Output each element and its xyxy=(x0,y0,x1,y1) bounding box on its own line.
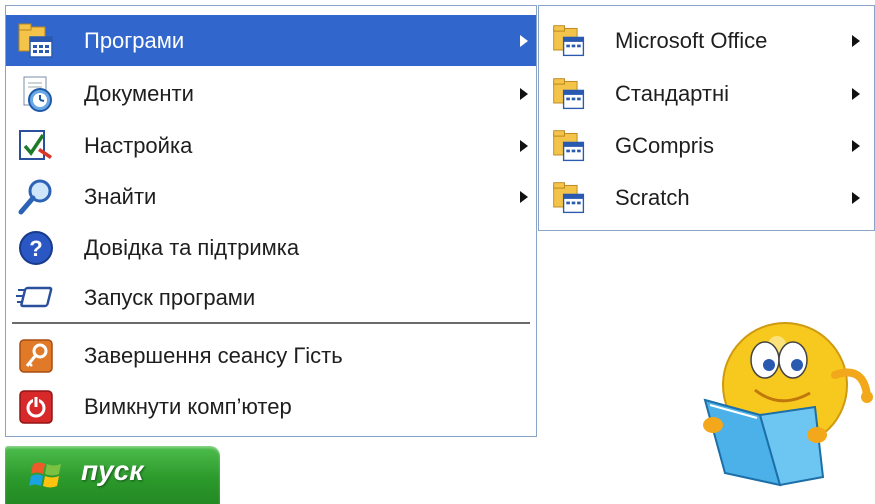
submenu-arrow-icon xyxy=(852,192,860,204)
menu-item-label: Знайти xyxy=(84,183,157,209)
submenu-arrow-icon xyxy=(520,34,528,47)
submenu-item-label: GCompris xyxy=(615,133,715,158)
submenu-arrow-icon xyxy=(852,35,860,47)
submenu-arrow-icon xyxy=(852,140,860,152)
menu-item-logoff[interactable]: Завершення сеансу Гість xyxy=(6,330,536,381)
start-button-label: пуск xyxy=(81,455,144,486)
menu-item-programs[interactable]: Програми xyxy=(6,15,536,66)
run-icon xyxy=(16,286,53,307)
settings-icon xyxy=(19,129,52,160)
submenu-item-scratch[interactable]: Scratch xyxy=(539,172,874,224)
menu-item-label: Вимкнути комп’ютер xyxy=(84,393,292,419)
menu-item-search[interactable]: Знайти xyxy=(6,171,536,222)
start-button[interactable]: пуск xyxy=(5,446,220,504)
menu-item-settings[interactable]: Настройка xyxy=(6,120,536,171)
menu-item-label: Програми xyxy=(84,27,185,53)
power-icon xyxy=(19,389,53,424)
menu-separator xyxy=(12,322,530,324)
submenu-arrow-icon xyxy=(852,88,860,100)
submenu-arrow-icon xyxy=(520,190,528,203)
submenu-item-label: Стандартні xyxy=(615,81,730,106)
search-icon xyxy=(18,179,52,214)
programs-folder-icon xyxy=(18,23,53,58)
menu-item-documents[interactable]: Документи xyxy=(6,68,536,119)
help-icon: ? xyxy=(19,230,53,265)
submenu-item-standard[interactable]: Стандартні xyxy=(539,68,874,120)
menu-item-label: Настройка xyxy=(84,132,193,158)
submenu-item-gcompris[interactable]: GCompris xyxy=(539,120,874,172)
svg-text:?: ? xyxy=(29,236,42,261)
menu-item-label: Завершення сеансу Гість xyxy=(84,342,343,368)
programs-submenu: Microsoft Office Стандартні GCompris Scr… xyxy=(538,5,875,231)
menu-item-shutdown[interactable]: Вимкнути комп’ютер xyxy=(6,381,536,432)
windows-logo-icon xyxy=(29,462,61,488)
submenu-item-microsoft-office[interactable]: Microsoft Office xyxy=(539,15,874,67)
submenu-item-label: Microsoft Office xyxy=(615,28,768,53)
submenu-arrow-icon xyxy=(520,139,528,152)
menu-item-help[interactable]: ? Довідка та підтримка xyxy=(6,222,536,273)
submenu-item-label: Scratch xyxy=(615,185,690,210)
program-folder-icon xyxy=(553,78,585,110)
menu-item-label: Запуск програми xyxy=(84,284,256,310)
menu-item-run[interactable]: Запуск програми xyxy=(6,272,536,323)
program-folder-icon xyxy=(553,130,585,162)
mascot-reading-illustration xyxy=(703,322,873,487)
logoff-icon xyxy=(19,338,53,373)
menu-item-label: Довідка та підтримка xyxy=(84,234,300,260)
program-folder-icon xyxy=(553,25,585,57)
menu-item-label: Документи xyxy=(84,80,194,106)
documents-icon xyxy=(23,76,52,112)
submenu-arrow-icon xyxy=(520,87,528,100)
program-folder-icon xyxy=(553,182,585,214)
start-menu: Програми Документи Настройка Знайти ? До… xyxy=(5,5,537,437)
